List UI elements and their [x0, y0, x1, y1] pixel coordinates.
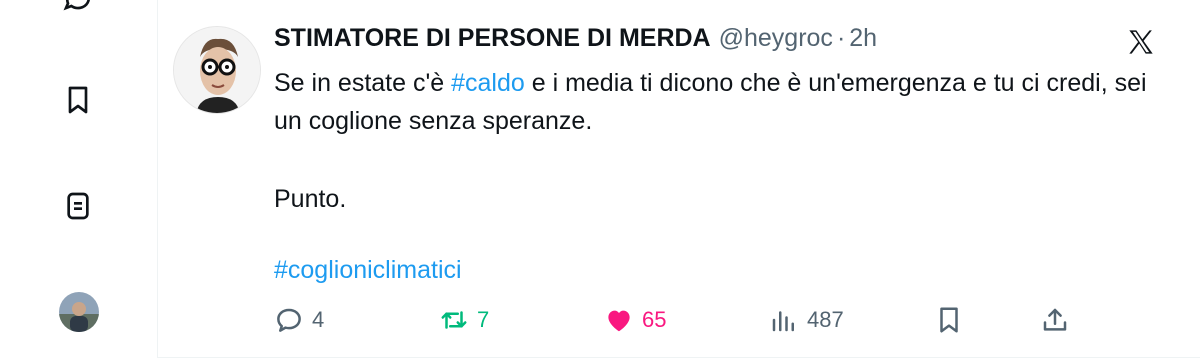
- tweet-header: STIMATORE DI PERSONE DI MERDA @heygroc ·…: [274, 24, 877, 53]
- tweet-text: Se in estate c'è #caldo e i media ti dic…: [274, 64, 1154, 140]
- hashtag-link[interactable]: #caldo: [451, 69, 525, 97]
- bookmark-button[interactable]: [934, 300, 972, 340]
- tweet-action-bar: 4 7 65 487: [0, 300, 1200, 340]
- views-icon: [772, 311, 794, 332]
- lists-icon[interactable]: [58, 186, 98, 226]
- author-avatar[interactable]: [173, 26, 261, 114]
- reply-icon: [277, 308, 301, 332]
- tweet-timestamp[interactable]: 2h: [849, 24, 877, 53]
- like-count: 65: [642, 307, 667, 332]
- bookmarks-icon[interactable]: [58, 80, 98, 120]
- author-handle[interactable]: @heygroc: [719, 24, 833, 53]
- tweet-text-part: Se in estate c'è: [274, 69, 452, 97]
- reply-button[interactable]: 4: [274, 300, 324, 340]
- like-icon: [608, 310, 630, 332]
- author-display-name[interactable]: STIMATORE DI PERSONE DI MERDA: [274, 24, 711, 53]
- retweet-count: 7: [477, 307, 490, 332]
- bookmark-icon: [940, 307, 958, 333]
- views-count: 487: [807, 307, 844, 332]
- separator-dot: ·: [836, 24, 846, 52]
- reply-count: 4: [312, 307, 325, 332]
- hashtag-link[interactable]: #coglioniclimatici: [274, 251, 462, 289]
- views-button[interactable]: 487: [769, 300, 844, 340]
- x-logo-icon: [1126, 28, 1156, 56]
- share-icon: [1043, 308, 1067, 331]
- tweet-paragraph: Punto.: [274, 185, 347, 213]
- like-button[interactable]: 65: [604, 300, 666, 340]
- retweet-button[interactable]: 7: [439, 300, 489, 340]
- messages-icon[interactable]: [58, 0, 98, 24]
- share-button[interactable]: [1040, 300, 1078, 340]
- retweet-icon: [441, 311, 467, 329]
